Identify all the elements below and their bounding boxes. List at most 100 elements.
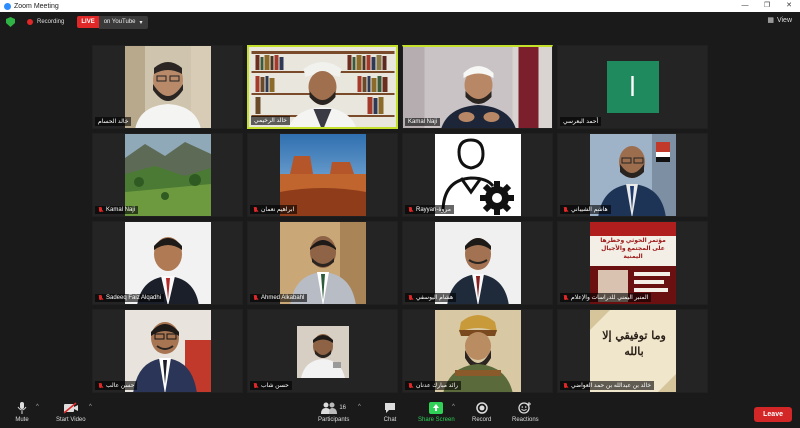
participant-name-tag: Sadeeq Faiz Alqadhi — [95, 294, 165, 302]
start-video-label: Start Video — [56, 417, 86, 423]
participant-tile[interactable]: ابراهيم نعمان — [247, 133, 398, 217]
participant-tile[interactable]: Rayyan-مروة — [402, 133, 553, 217]
participant-name-tag: هاشم الشيباني — [560, 205, 611, 214]
mute-label: Mute — [15, 417, 29, 423]
participant-name-tag: Rayyan-مروة — [405, 205, 454, 214]
stream-destination-label: on YouTube — [103, 19, 136, 25]
participants-icon: 16 — [319, 402, 349, 414]
close-button[interactable]: ✕ — [778, 0, 800, 12]
participant-tile[interactable]: Kamal Naji — [92, 133, 243, 217]
participant-name: Kamal Naji — [408, 119, 438, 125]
participant-video — [124, 134, 211, 216]
participant-tile-active[interactable]: خالد الرخيمي — [247, 45, 398, 129]
recording-label: Recording — [37, 19, 65, 25]
participant-name-tag: خالد الرخيمي — [251, 116, 290, 125]
mute-button[interactable]: Mute — [14, 402, 30, 423]
participant-name: حسن شاب — [261, 383, 289, 389]
microphone-muted-icon — [563, 294, 569, 301]
microphone-icon — [14, 402, 30, 414]
microphone-muted-icon — [563, 382, 569, 389]
participant-tile-speaking[interactable]: Kamal Naji — [402, 45, 553, 129]
window-title: Zoom Meeting — [14, 2, 59, 10]
participants-label: Participants — [318, 417, 350, 423]
participant-name-tag: خالد بن عبدالله بن حمد العواضي — [560, 381, 655, 390]
participant-name: أحمد البعرسي — [563, 119, 599, 125]
share-options-chevron-icon[interactable]: ^ — [452, 404, 455, 410]
participant-name: هاشم الشيباني — [571, 207, 608, 213]
participant-tile[interactable]: حسن عالب — [92, 309, 243, 393]
participant-tile[interactable]: مؤتمر الحوثي وخطرها على المجتمع والأجيال… — [557, 221, 708, 305]
avatar-initial: ا — [606, 61, 659, 113]
participant-video — [296, 326, 349, 378]
participant-name: خالد الرخيمي — [254, 118, 287, 124]
microphone-muted-icon — [253, 295, 259, 301]
record-button[interactable]: Record — [472, 402, 491, 423]
participant-tile[interactable]: رائد مبارك عدنان — [402, 309, 553, 393]
live-badge[interactable]: LIVE — [77, 16, 99, 28]
participant-video — [403, 47, 552, 128]
participant-name-tag: ابراهيم نعمان — [250, 205, 298, 214]
chat-label: Chat — [383, 417, 397, 423]
view-button[interactable]: ▦ View — [767, 16, 792, 25]
microphone-muted-icon — [253, 382, 259, 389]
microphone-muted-icon — [408, 206, 414, 213]
security-shield-icon[interactable] — [6, 17, 15, 27]
participant-name: Ahmed Alkabahl — [261, 295, 305, 301]
participant-name-tag: خالد الحسام — [95, 117, 132, 126]
microphone-muted-icon — [98, 207, 104, 213]
participant-tile[interactable]: خالد الحسام — [92, 45, 243, 129]
reactions-label: Reactions — [512, 417, 539, 423]
grid-view-icon: ▦ — [767, 17, 774, 24]
reactions-button[interactable]: Reactions — [512, 402, 539, 423]
video-options-chevron-icon[interactable]: ^ — [89, 404, 92, 410]
microphone-muted-icon — [563, 206, 569, 213]
meeting-status-bar: Recording LIVE on YouTube ▾ ▦ View — [0, 12, 800, 32]
microphone-muted-icon — [408, 382, 414, 389]
participant-name-tag: المنبر اليمني للدراسات والإعلام — [560, 293, 652, 302]
participant-name-tag: Kamal Naji — [95, 206, 139, 214]
record-label: Record — [472, 417, 492, 423]
microphone-muted-icon — [408, 294, 414, 301]
participant-name-tag: Ahmed Alkabahl — [250, 294, 308, 302]
participant-tile[interactable]: هاشم الشيباني — [557, 133, 708, 217]
participant-tile[interactable]: هشام اليوسفي — [402, 221, 553, 305]
participant-tile[interactable]: ا أحمد البعرسي — [557, 45, 708, 129]
participants-options-chevron-icon[interactable]: ^ — [358, 404, 361, 410]
stream-destination-chip[interactable]: on YouTube ▾ — [98, 15, 148, 29]
participant-tile[interactable]: Ahmed Alkabahl — [247, 221, 398, 305]
share-screen-label: Share Screen — [418, 417, 455, 423]
participant-name-tag: رائد مبارك عدنان — [405, 381, 462, 390]
participant-name: Sadeeq Faiz Alqadhi — [106, 295, 162, 301]
share-screen-button[interactable]: Share Screen — [418, 402, 455, 423]
video-off-icon — [63, 402, 79, 414]
poster-title: مؤتمر الحوثي وخطرها على المجتمع والأجيال… — [600, 238, 666, 260]
participant-name: ابراهيم نعمان — [261, 207, 295, 213]
chat-bubble-icon — [382, 402, 398, 414]
microphone-muted-icon — [253, 206, 259, 213]
gallery-grid: خالد الحسام خالد الرخيمي Kamal Naji ا أح… — [92, 45, 709, 395]
record-icon — [474, 402, 490, 414]
participant-name: Rayyan-مروة — [416, 207, 451, 213]
participant-video — [124, 46, 211, 128]
participant-name: المنبر اليمني للدراسات والإعلام — [571, 295, 649, 301]
participant-name: خالد بن عبدالله بن حمد العواضي — [571, 383, 652, 389]
participant-tile[interactable]: وما توفيقي إلا بالله خالد بن عبدالله بن … — [557, 309, 708, 393]
participant-name: رائد مبارك عدنان — [416, 383, 459, 389]
leave-button[interactable]: Leave — [754, 407, 792, 422]
start-video-button[interactable]: Start Video — [56, 402, 86, 423]
maximize-button[interactable]: ❐ — [756, 0, 778, 12]
share-screen-icon — [428, 402, 444, 414]
chat-button[interactable]: Chat — [382, 402, 398, 423]
participant-name-tag: هشام اليوسفي — [405, 293, 457, 302]
participant-tile[interactable]: Sadeeq Faiz Alqadhi — [92, 221, 243, 305]
participants-button[interactable]: 16 Participants — [318, 402, 349, 423]
participants-count: 16 — [339, 405, 347, 411]
participant-tile[interactable]: حسن شاب — [247, 309, 398, 393]
participant-video — [279, 222, 366, 304]
minimize-button[interactable]: — — [734, 0, 756, 12]
avatar: ا — [558, 46, 707, 128]
participant-name: هشام اليوسفي — [416, 295, 454, 301]
mute-options-chevron-icon[interactable]: ^ — [36, 404, 39, 410]
window-controls: — ❐ ✕ — [734, 0, 800, 12]
participant-name-tag: Kamal Naji — [405, 118, 441, 126]
